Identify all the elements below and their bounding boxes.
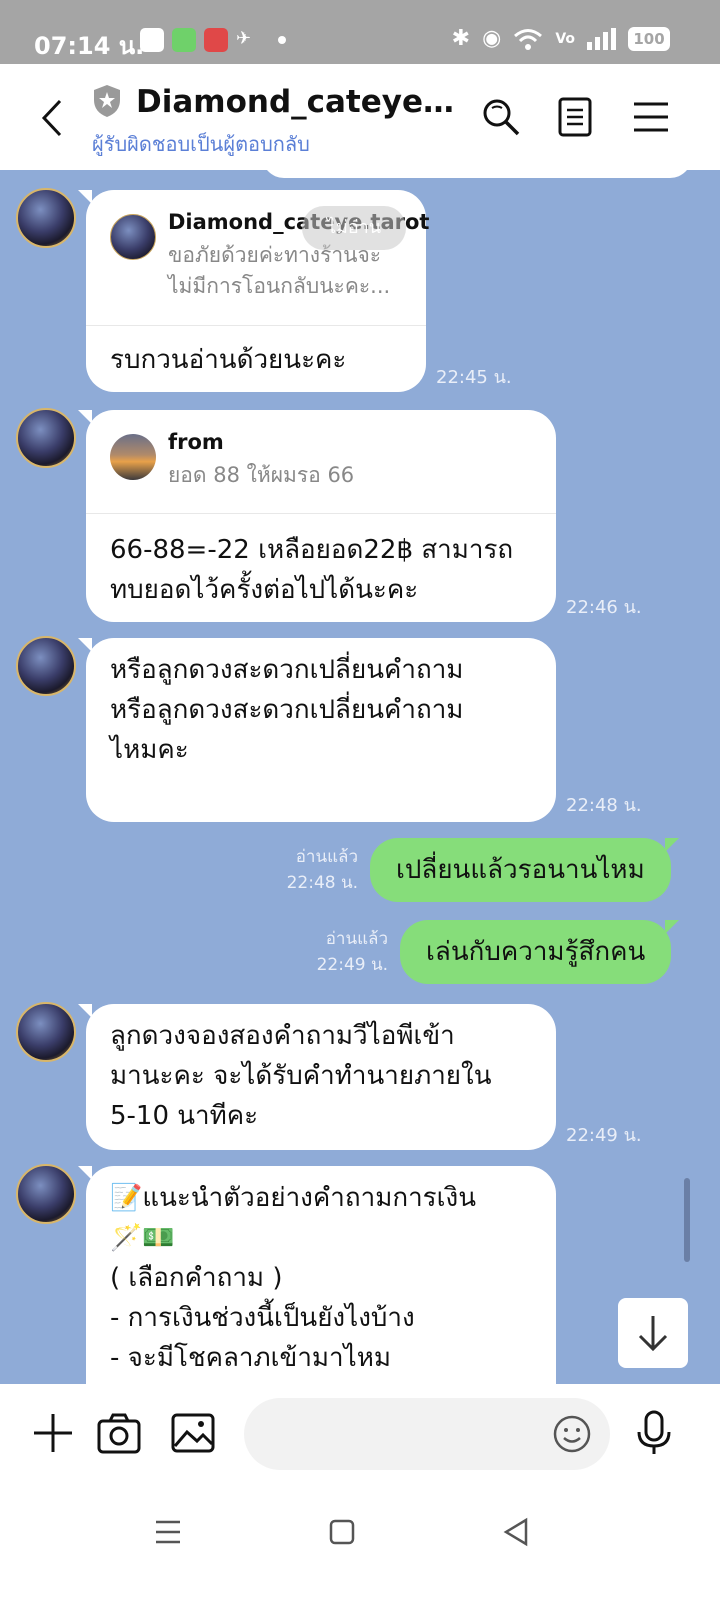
location-icon: ◉ <box>482 26 502 51</box>
message-time: 22:48 น. <box>286 873 358 893</box>
contact-avatar[interactable] <box>16 636 76 696</box>
read-label: อ่านแล้ว <box>295 847 358 867</box>
message-text: รบกวนอ่านด้วยนะคะ <box>110 345 347 375</box>
outgoing-message-bubble[interactable]: เล่นกับความรู้สึกคน <box>400 920 680 984</box>
more-notifications-icon <box>278 36 286 44</box>
microphone-icon[interactable] <box>634 1410 674 1456</box>
message-text: 📝แนะนำตัวอย่างคำถามการเงิน 🪄💵 ( เลือกคำถ… <box>110 1183 477 1373</box>
scroll-to-bottom-button[interactable] <box>618 1298 688 1368</box>
scrollbar[interactable] <box>684 1178 690 1262</box>
contact-avatar[interactable] <box>16 1002 76 1062</box>
notification-icon: ✈ <box>236 28 252 49</box>
status-icons: ✱ ◉ Vo 100 <box>452 26 670 51</box>
contact-avatar[interactable] <box>16 408 76 468</box>
status-time: 07:14 น. <box>34 32 145 60</box>
previous-message-bubble <box>262 170 692 178</box>
home-icon[interactable] <box>320 1510 364 1554</box>
notification-icon <box>172 28 196 52</box>
read-receipt: อ่านแล้ว 22:48 น. <box>270 844 358 896</box>
message-text: 66-88=-22 เหลือยอด22฿ สามารถ ทบยอดไว้ครั… <box>110 535 514 605</box>
message-text: หรือลูกดวงสะดวกเปลี่ยนคำถาม หรือลูกดวงสะ… <box>110 655 464 765</box>
gallery-icon[interactable] <box>170 1410 216 1456</box>
message-bubble[interactable]: ลูกดวงจองสองคำถามวีไอพีเข้า มานะคะ จะได้… <box>78 1004 556 1150</box>
plus-icon[interactable] <box>30 1410 76 1456</box>
arrow-down-icon <box>638 1316 668 1352</box>
message-time: 22:49 น. <box>566 1125 642 1146</box>
quoted-avatar <box>110 214 156 260</box>
chat-title[interactable]: Diamond_cateye.ta... <box>136 84 456 120</box>
message-bubble[interactable]: 📝แนะนำตัวอย่างคำถามการเงิน 🪄💵 ( เลือกคำถ… <box>78 1166 556 1414</box>
message-bubble[interactable]: หรือลูกดวงสะดวกเปลี่ยนคำถาม หรือลูกดวงสะ… <box>78 638 556 822</box>
quote-overlay-label: ไม่อ่าน <box>302 206 406 250</box>
input-bar <box>0 1384 720 1484</box>
outgoing-message-bubble[interactable]: เปลี่ยนแล้วรอนานไหม <box>370 838 679 902</box>
contact-avatar[interactable] <box>16 188 76 248</box>
notification-icon <box>204 28 228 52</box>
chat-subtitle: ผู้รับผิดชอบเป็นผู้ตอบกลับ <box>92 132 310 156</box>
quoted-message[interactable]: Diamond_cateye.tarot ขอภัยด้วยค่ะทางร้าน… <box>86 190 429 326</box>
message-text: ลูกดวงจองสองคำถามวีไอพีเข้า มานะคะ จะได้… <box>110 1021 492 1131</box>
read-label: อ่านแล้ว <box>325 929 388 949</box>
read-receipt: อ่านแล้ว 22:49 น. <box>300 926 388 978</box>
shield-icon <box>94 85 120 117</box>
back-icon[interactable] <box>40 98 64 138</box>
message-time: 22:49 น. <box>316 955 388 975</box>
notification-icon <box>140 28 164 52</box>
quoted-text: ยอด 88 ให้ผมรอ 66 <box>168 463 355 487</box>
status-bar: 07:14 น. ✈ ✱ ◉ Vo 100 <box>0 0 720 64</box>
message-bubble[interactable]: Diamond_cateye.tarot ขอภัยด้วยค่ะทางร้าน… <box>78 190 429 392</box>
message-time: 22:46 น. <box>566 597 642 618</box>
notification-icons: ✈ <box>140 28 286 52</box>
quoted-message[interactable]: from ยอด 88 ให้ผมรอ 66 <box>86 410 556 514</box>
quoted-avatar <box>110 434 156 480</box>
chat-area[interactable]: Diamond_cateye.tarot ขอภัยด้วยค่ะทางร้าน… <box>0 170 720 1414</box>
chat-header: Diamond_cateye.ta... ผู้รับผิดชอบเป็นผู้… <box>0 64 720 170</box>
contact-avatar[interactable] <box>16 1164 76 1224</box>
emoji-icon[interactable] <box>552 1414 592 1454</box>
quoted-name: from <box>168 430 224 454</box>
signal-icon <box>587 27 616 50</box>
back-nav-icon[interactable] <box>494 1510 538 1554</box>
bluetooth-icon: ✱ <box>451 26 471 51</box>
recent-apps-icon[interactable] <box>146 1510 190 1554</box>
battery-icon: 100 <box>628 26 670 51</box>
menu-icon[interactable] <box>630 96 672 138</box>
message-time: 22:45 น. <box>436 367 512 388</box>
volte-icon: Vo <box>555 30 575 47</box>
wifi-icon <box>514 28 543 50</box>
message-bubble[interactable]: from ยอด 88 ให้ผมรอ 66 66-88=-22 เหลือยอ… <box>78 410 556 622</box>
message-time: 22:48 น. <box>566 795 642 816</box>
search-icon[interactable] <box>480 96 522 138</box>
notes-icon[interactable] <box>554 96 596 138</box>
camera-icon[interactable] <box>96 1410 142 1456</box>
system-navigation-bar <box>0 1484 720 1604</box>
